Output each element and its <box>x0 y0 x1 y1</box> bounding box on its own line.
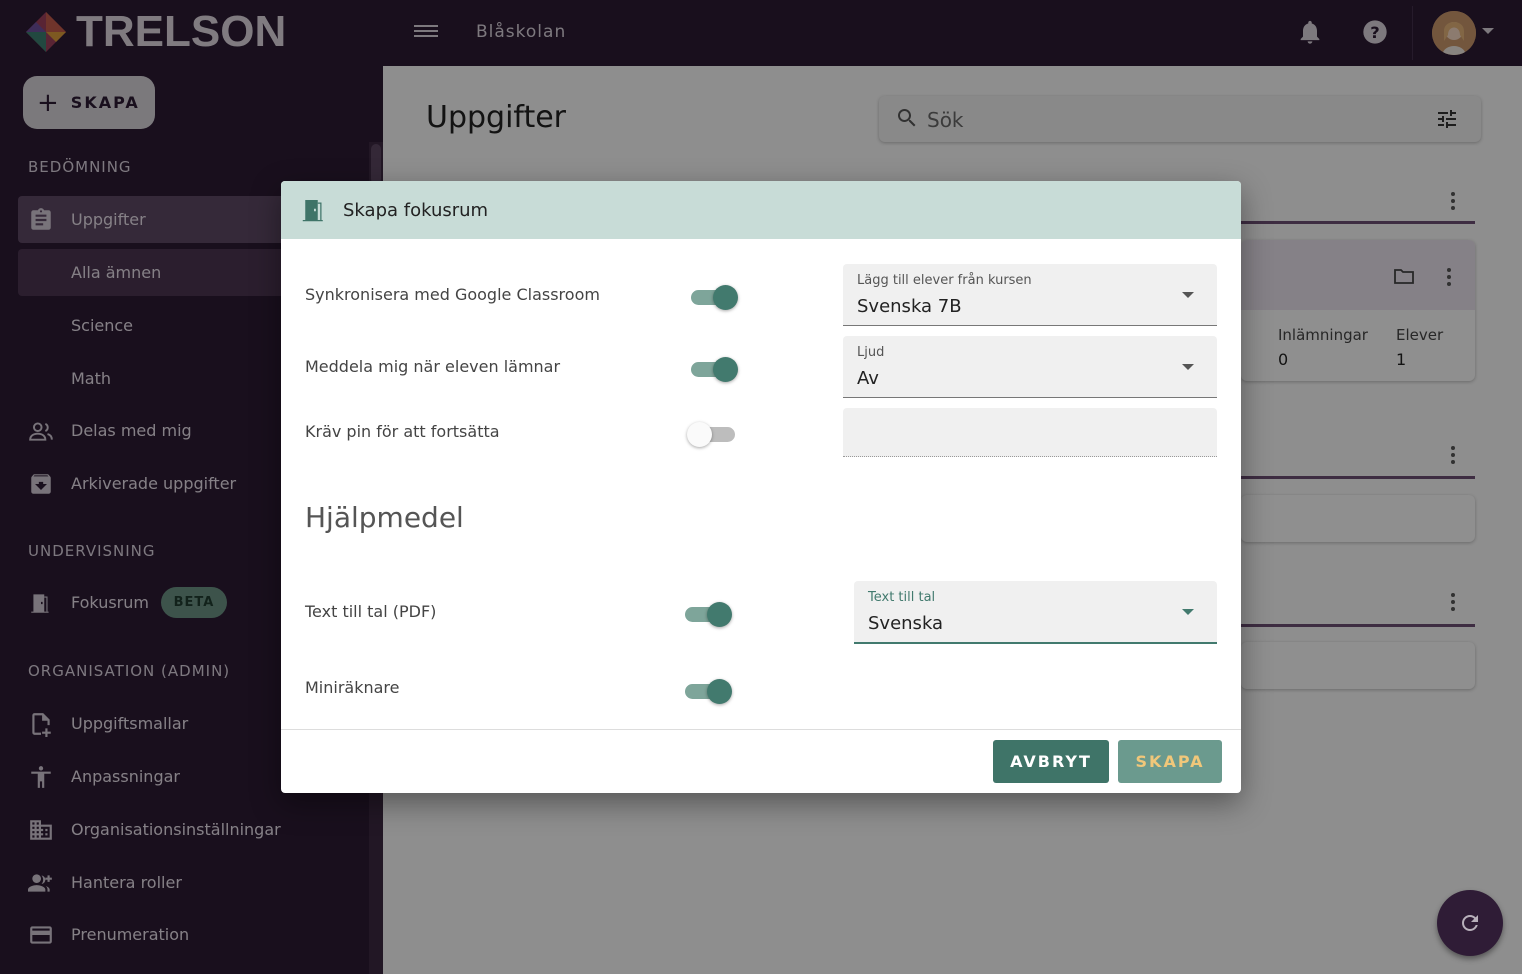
notify-toggle[interactable] <box>687 355 739 383</box>
tts-select-label: Text till tal <box>868 590 936 605</box>
tts-select-value: Svenska <box>868 613 944 634</box>
dropdown-arrow-icon <box>1182 364 1194 370</box>
create-focus-room-button[interactable]: SKAPA <box>1118 740 1222 783</box>
tts-label: Text till tal (PDF) <box>305 602 437 621</box>
dropdown-arrow-icon <box>1182 609 1194 615</box>
sync-toggle[interactable] <box>687 283 739 311</box>
tts-language-select[interactable]: Text till tal Svenska <box>854 581 1217 644</box>
pin-label: Kräv pin för att fortsätta <box>305 422 500 441</box>
pin-input <box>843 408 1217 457</box>
refresh-icon <box>1462 915 1478 931</box>
door-icon <box>302 200 323 222</box>
notify-label: Meddela mig när eleven lämnar <box>305 357 561 376</box>
sound-select[interactable]: Ljud Av <box>843 336 1217 398</box>
sync-label: Synkronisera med Google Classroom <box>305 285 600 304</box>
course-select[interactable]: Lägg till elever från kursen Svenska 7B <box>843 264 1217 326</box>
cancel-button[interactable]: AVBRYT <box>993 740 1109 783</box>
sound-select-value: Av <box>857 368 879 389</box>
calculator-toggle[interactable] <box>681 677 733 705</box>
dropdown-arrow-icon <box>1182 292 1194 298</box>
course-select-label: Lägg till elever från kursen <box>857 273 1032 288</box>
create-focus-room-dialog: Skapa fokusrum Synkronisera med Google C… <box>281 181 1241 793</box>
refresh-button[interactable] <box>1437 890 1503 956</box>
course-select-value: Svenska 7B <box>857 296 962 317</box>
aids-heading: Hjälpmedel <box>305 501 464 534</box>
calculator-label: Miniräknare <box>305 678 400 697</box>
sound-select-label: Ljud <box>857 345 885 360</box>
dialog-title: Skapa fokusrum <box>343 200 489 221</box>
pin-toggle[interactable] <box>687 420 739 448</box>
dialog-header: Skapa fokusrum <box>281 181 1241 239</box>
dialog-footer-divider <box>281 729 1241 730</box>
tts-toggle[interactable] <box>681 600 733 628</box>
